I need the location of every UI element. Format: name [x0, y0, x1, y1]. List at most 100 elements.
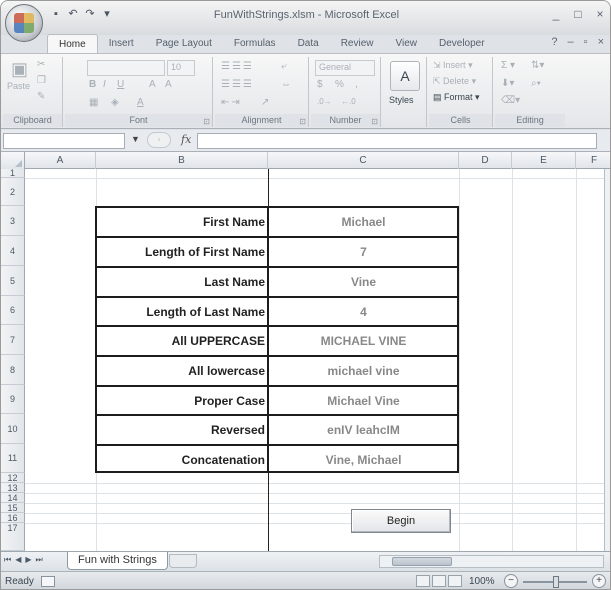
cell-b5-label[interactable]: Last Name — [96, 268, 268, 296]
row-header-9[interactable]: 9 — [1, 385, 25, 414]
office-button[interactable] — [5, 4, 43, 42]
cell-c6-value[interactable]: 4 — [268, 298, 459, 325]
tab-review[interactable]: Review — [330, 34, 385, 54]
horizontal-scroll-thumb[interactable] — [392, 557, 452, 566]
cell-b7-label[interactable]: All UPPERCASE — [96, 327, 268, 355]
col-header-b[interactable]: B — [96, 152, 268, 169]
wrap-text-icon[interactable]: ⤶ — [281, 61, 287, 72]
cell-c8-value[interactable]: michael vine — [268, 357, 459, 385]
fill-icon[interactable]: ⬇▾ — [501, 78, 514, 89]
insert-function-button[interactable]: fx — [181, 133, 191, 146]
ribbon-minimize-icon[interactable]: – — [568, 36, 574, 48]
copy-icon[interactable]: ❐ — [37, 75, 46, 86]
row-header-1[interactable]: 1 — [1, 168, 25, 178]
row-header-15[interactable]: 15 — [1, 503, 25, 513]
delete-cells-button[interactable]: ⇱ Delete ▾ — [433, 76, 476, 87]
normal-view-icon[interactable] — [416, 575, 430, 587]
cell-b3-label[interactable]: First Name — [96, 208, 268, 236]
row-header-14[interactable]: 14 — [1, 493, 25, 503]
tab-formulas[interactable]: Formulas — [223, 34, 287, 54]
number-format-select[interactable]: General — [315, 60, 375, 76]
ribbon-restore-icon[interactable]: ▫ — [584, 36, 588, 48]
begin-button[interactable]: Begin — [351, 509, 451, 533]
row-header-3[interactable]: 3 — [1, 206, 25, 236]
vertical-align-icons[interactable]: ☰☰☰ — [221, 61, 254, 72]
insert-sheet-button[interactable] — [169, 554, 197, 568]
col-header-f[interactable]: F — [576, 152, 610, 169]
indent-icons[interactable]: ⇤⇥ — [221, 97, 242, 108]
first-sheet-icon[interactable]: ⏮ — [4, 555, 11, 565]
cell-b11-label[interactable]: Concatenation — [96, 446, 268, 473]
cell-b4-label[interactable]: Length of First Name — [96, 238, 268, 266]
cell-b9-label[interactable]: Proper Case — [96, 387, 268, 414]
col-header-c[interactable]: C — [268, 152, 459, 169]
row-header-13[interactable]: 13 — [1, 483, 25, 493]
styles-button[interactable]: A — [390, 61, 420, 91]
cell-c5-value[interactable]: Vine — [268, 268, 459, 296]
zoom-out-icon[interactable]: − — [504, 574, 518, 588]
macro-record-icon[interactable] — [41, 576, 55, 587]
cell-b10-label[interactable]: Reversed — [96, 416, 268, 444]
zoom-slider-thumb[interactable] — [553, 576, 559, 588]
percent-icon[interactable]: % — [335, 79, 344, 90]
horizontal-scrollbar[interactable] — [379, 555, 604, 568]
underline-icon[interactable]: U — [117, 79, 124, 90]
formula-input[interactable] — [197, 133, 597, 149]
help-icon[interactable]: ? — [551, 36, 557, 48]
tab-home[interactable]: Home — [47, 34, 98, 54]
alignment-launcher-icon[interactable]: ⊡ — [299, 117, 306, 126]
sort-filter-icon[interactable]: ⇅▾ — [531, 60, 544, 71]
row-header-12[interactable]: 12 — [1, 473, 25, 483]
page-break-view-icon[interactable] — [448, 575, 462, 587]
paste-button[interactable]: Paste — [7, 81, 30, 91]
italic-icon[interactable]: I — [103, 79, 106, 90]
close-button[interactable]: × — [594, 7, 606, 21]
tab-page-layout[interactable]: Page Layout — [145, 34, 223, 54]
minimize-button[interactable]: _ — [550, 7, 562, 21]
sheet-tab-fun-with-strings[interactable]: Fun with Strings — [67, 552, 168, 570]
row-header-10[interactable]: 10 — [1, 414, 25, 444]
page-layout-view-icon[interactable] — [432, 575, 446, 587]
cell-c9-value[interactable]: Michael Vine — [268, 387, 459, 414]
row-header-11[interactable]: 11 — [1, 444, 25, 473]
clear-icon[interactable]: ⌫▾ — [501, 95, 520, 106]
cut-icon[interactable]: ✂ — [37, 59, 45, 70]
row-header-7[interactable]: 7 — [1, 325, 25, 355]
ribbon-close-icon[interactable]: × — [598, 36, 604, 48]
grow-font-icon[interactable]: A — [149, 79, 156, 90]
name-box-dropdown-icon[interactable]: ▼ — [131, 134, 140, 144]
fill-color-icon[interactable]: ◈ — [111, 97, 119, 108]
zoom-level[interactable]: 100% — [469, 576, 495, 587]
row-header-17[interactable]: 17 — [1, 523, 25, 551]
row-header-4[interactable]: 4 — [1, 236, 25, 266]
insert-cells-button[interactable]: ⇲ Insert ▾ — [433, 60, 473, 71]
col-header-e[interactable]: E — [512, 152, 576, 169]
cell-b6-label[interactable]: Length of Last Name — [96, 298, 268, 325]
cell-c3-value[interactable]: Michael — [268, 208, 459, 236]
next-sheet-icon[interactable]: ▶ — [25, 555, 31, 565]
format-painter-icon[interactable]: ✎ — [37, 91, 45, 102]
tab-developer[interactable]: Developer — [428, 34, 496, 54]
vertical-scrollbar[interactable] — [604, 169, 610, 551]
font-size-select[interactable]: 10 — [167, 60, 195, 76]
row-header-16[interactable]: 16 — [1, 513, 25, 523]
tab-data[interactable]: Data — [287, 34, 330, 54]
find-select-icon[interactable]: ⌕▾ — [531, 78, 541, 89]
col-header-d[interactable]: D — [459, 152, 512, 169]
currency-icon[interactable]: $ — [317, 79, 323, 90]
row-header-5[interactable]: 5 — [1, 266, 25, 296]
tab-insert[interactable]: Insert — [98, 34, 145, 54]
zoom-in-icon[interactable]: + — [592, 574, 606, 588]
horizontal-align-icons[interactable]: ☰☰☰ — [221, 79, 254, 90]
increase-decimal-icon[interactable]: .0→ — [317, 97, 332, 106]
row-header-2[interactable]: 2 — [1, 178, 25, 206]
font-name-select[interactable] — [87, 60, 165, 76]
maximize-button[interactable]: □ — [572, 7, 584, 21]
cell-c11-value[interactable]: Vine, Michael — [268, 446, 459, 473]
prev-sheet-icon[interactable]: ◀ — [15, 555, 21, 565]
borders-icon[interactable]: ▦ — [89, 97, 98, 108]
autosum-icon[interactable]: Σ ▾ — [501, 60, 515, 71]
font-launcher-icon[interactable]: ⊡ — [203, 117, 210, 126]
orientation-icon[interactable]: ↗ — [261, 97, 269, 108]
font-color-icon[interactable]: A — [137, 97, 144, 108]
